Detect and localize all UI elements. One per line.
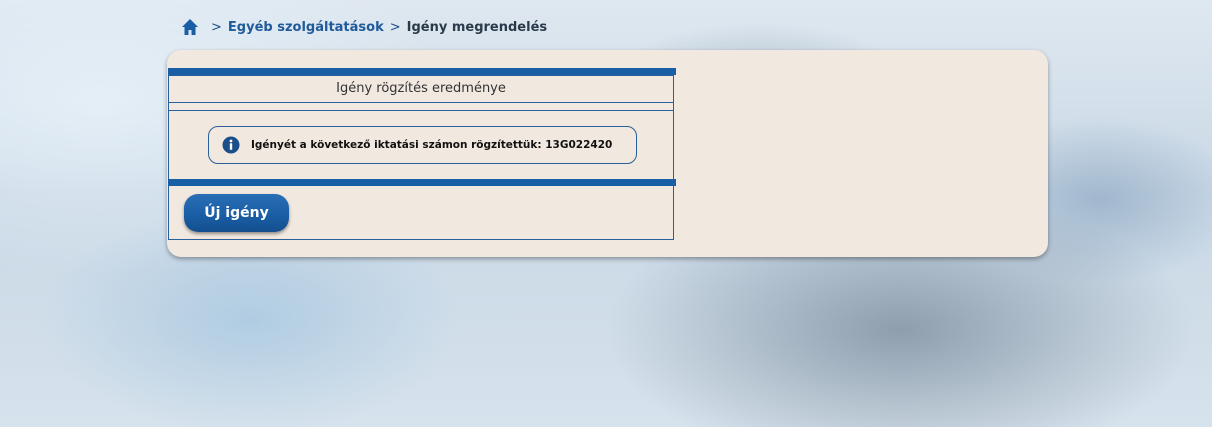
registration-message: Igényét a következő iktatási számon rögz… bbox=[251, 139, 613, 151]
info-circle-icon bbox=[222, 136, 240, 154]
result-title: Igény rögzítés eredménye bbox=[336, 81, 506, 96]
breadcrumb: > Egyéb szolgáltatások > Igény megrendel… bbox=[181, 16, 547, 38]
info-message-box: Igényét a következő iktatási számon rögz… bbox=[208, 126, 637, 164]
breadcrumb-item-egyeb-szolgaltatasok[interactable]: Egyéb szolgáltatások bbox=[228, 20, 384, 35]
breadcrumb-separator: > bbox=[389, 19, 401, 35]
home-icon[interactable] bbox=[181, 18, 199, 36]
main-panel: Igény rögzítés eredménye Igényét a követ… bbox=[167, 50, 1048, 257]
top-divider-bar bbox=[168, 68, 676, 75]
bottom-divider-bar bbox=[168, 179, 676, 186]
divider-line bbox=[169, 110, 673, 111]
breadcrumb-item-igeny-megrendeles: Igény megrendelés bbox=[406, 19, 548, 35]
result-box: Igény rögzítés eredménye Igényét a követ… bbox=[168, 68, 676, 240]
breadcrumb-separator: > bbox=[211, 19, 222, 35]
divider-line bbox=[169, 102, 673, 103]
new-request-button[interactable]: Új igény bbox=[184, 194, 289, 232]
